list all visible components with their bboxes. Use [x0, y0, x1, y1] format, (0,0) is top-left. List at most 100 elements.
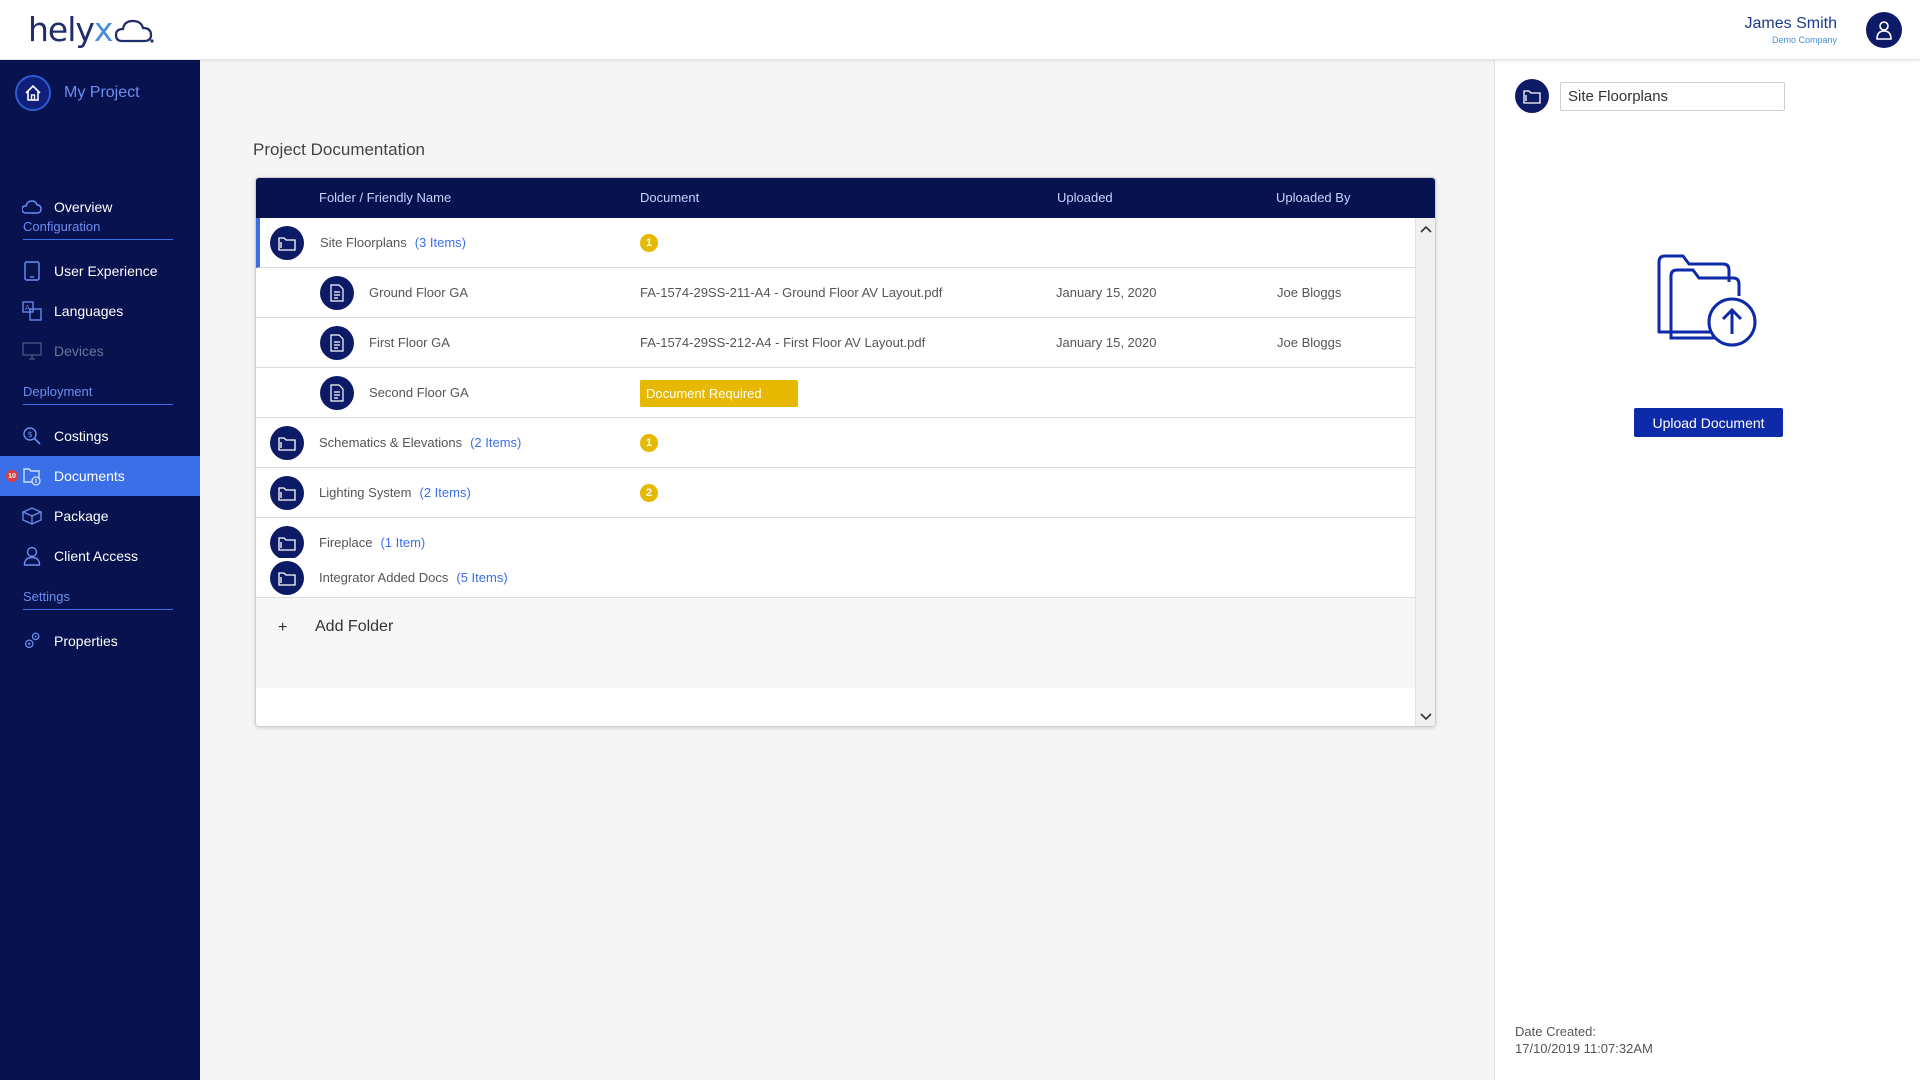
folder-icon — [270, 476, 304, 510]
documents-count-badge: 10 — [6, 470, 18, 482]
folder-upload-icon — [1657, 254, 1757, 347]
main-content: Project Documentation Folder / Friendly … — [200, 60, 1494, 1080]
sidebar-item-label: Languages — [54, 303, 124, 319]
file-row-second-floor[interactable]: Second Floor GA Document Required — [256, 368, 1416, 418]
date-created-value: 17/10/2019 11:07:32AM — [1515, 1041, 1653, 1056]
upload-document-button[interactable]: Upload Document — [1634, 408, 1783, 437]
home-icon — [25, 84, 41, 101]
missing-documents-badge: 1 — [640, 234, 658, 252]
document-link[interactable]: FA-1574-29SS-211-A4 - Ground Floor AV La… — [640, 285, 942, 300]
document-icon — [320, 376, 354, 410]
add-folder-button[interactable]: + Add Folder — [256, 598, 1416, 688]
sidebar-item-label: Properties — [54, 633, 118, 649]
sidebar-section-configuration: Configuration — [23, 219, 173, 240]
sidebar-item-label: Devices — [54, 343, 104, 359]
logo-text: hely — [28, 10, 95, 49]
document-icon — [320, 326, 354, 360]
sidebar-item-label: Documents — [54, 468, 125, 484]
file-name: Second Floor GA — [369, 385, 469, 400]
sidebar: My Project Overview Configuration User E… — [0, 60, 200, 1080]
uploaded-by: Joe Bloggs — [1277, 335, 1342, 350]
sidebar-item-label: Overview — [54, 199, 113, 215]
svg-text:$: $ — [28, 430, 33, 439]
document-link[interactable]: FA-1574-29SS-212-A4 - First Floor AV Lay… — [640, 335, 925, 350]
search-money-icon: $ — [22, 426, 42, 446]
avatar[interactable] — [1866, 12, 1902, 48]
top-bar: helyx James Smith Demo Company — [0, 0, 1920, 60]
svg-text:A: A — [25, 304, 30, 312]
project-header[interactable]: My Project — [15, 75, 140, 111]
sidebar-item-devices[interactable]: Devices — [0, 331, 200, 371]
folder-name: Lighting System — [319, 485, 412, 500]
file-name: First Floor GA — [369, 335, 450, 350]
folder-name-input[interactable] — [1560, 82, 1785, 111]
sidebar-item-label: Client Access — [54, 548, 139, 564]
helyx-logo[interactable]: helyx — [28, 10, 155, 49]
sidebar-item-user-experience[interactable]: User Experience — [0, 251, 200, 291]
sidebar-item-package[interactable]: Package — [0, 496, 200, 536]
chevron-down-icon[interactable] — [1420, 710, 1432, 722]
column-header-uploaded-by[interactable]: Uploaded By — [1276, 190, 1350, 205]
gears-icon — [22, 631, 42, 651]
folder-icon — [270, 426, 304, 460]
folder-row-site-floorplans[interactable]: Site Floorplans (3 Items) 1 — [256, 218, 1416, 268]
page-title: Project Documentation — [253, 140, 425, 159]
sidebar-section-deployment: Deployment — [23, 384, 173, 405]
monitor-icon — [22, 341, 42, 361]
tablet-icon — [22, 261, 42, 281]
uploaded-date: January 15, 2020 — [1056, 335, 1157, 350]
sidebar-item-label: Costings — [54, 428, 109, 444]
folder-item-count[interactable]: (1 Item) — [380, 535, 425, 550]
sidebar-item-costings[interactable]: $ Costings — [0, 416, 200, 456]
folder-row-lighting[interactable]: Lighting System (2 Items) 2 — [256, 468, 1416, 518]
sidebar-item-client-access[interactable]: Client Access — [0, 536, 200, 576]
missing-documents-badge: 2 — [640, 484, 658, 502]
folder-item-count[interactable]: (3 Items) — [415, 235, 466, 250]
folder-icon — [270, 561, 304, 595]
home-button[interactable] — [15, 75, 51, 111]
sidebar-item-documents[interactable]: 10 Documents — [0, 456, 200, 496]
folder-name: Integrator Added Docs — [319, 570, 449, 585]
sidebar-item-label: User Experience — [54, 263, 158, 279]
folder-name: Schematics & Elevations — [319, 435, 463, 450]
cloud-icon — [22, 197, 42, 217]
file-row-first-floor[interactable]: First Floor GA FA-1574-29SS-212-A4 - Fir… — [256, 318, 1416, 368]
user-info[interactable]: James Smith Demo Company — [1745, 15, 1837, 45]
column-header-uploaded[interactable]: Uploaded — [1057, 190, 1113, 205]
missing-documents-badge: 1 — [640, 434, 658, 452]
file-row-ground-floor[interactable]: Ground Floor GA FA-1574-29SS-211-A4 - Gr… — [256, 268, 1416, 318]
add-folder-label: Add Folder — [315, 618, 394, 635]
folder-item-count[interactable]: (2 Items) — [420, 485, 471, 500]
column-header-document[interactable]: Document — [640, 190, 699, 205]
user-name: James Smith — [1744, 15, 1837, 32]
folder-name: Site Floorplans — [320, 235, 407, 250]
package-icon — [22, 506, 42, 526]
document-icon — [320, 276, 354, 310]
column-header-folder[interactable]: Folder / Friendly Name — [319, 190, 451, 205]
cloud-logo-icon — [115, 19, 155, 43]
chevron-up-icon[interactable] — [1420, 224, 1432, 236]
folder-row-schematics[interactable]: Schematics & Elevations (2 Items) 1 — [256, 418, 1416, 468]
folder-item-count[interactable]: (2 Items) — [470, 435, 521, 450]
documents-icon — [22, 466, 42, 486]
folder-icon — [1515, 79, 1549, 113]
project-name: My Project — [64, 84, 140, 101]
table-header: Folder / Friendly Name Document Uploaded… — [256, 178, 1435, 218]
folder-icon — [270, 526, 304, 560]
document-required-badge[interactable]: Document Required — [640, 380, 798, 407]
uploaded-date: January 15, 2020 — [1056, 285, 1157, 300]
sidebar-item-properties[interactable]: Properties — [0, 621, 200, 661]
folder-row-integrator-docs[interactable]: Integrator Added Docs (5 Items) — [256, 558, 1416, 598]
uploaded-by: Joe Bloggs — [1277, 285, 1342, 300]
scrollbar[interactable] — [1415, 218, 1435, 726]
sidebar-item-languages[interactable]: A Languages — [0, 291, 200, 331]
folder-item-count[interactable]: (5 Items) — [456, 570, 507, 585]
user-company: Demo Company — [1771, 35, 1837, 45]
folder-name: Fireplace — [319, 535, 373, 550]
documentation-table: Folder / Friendly Name Document Uploaded… — [255, 177, 1436, 727]
file-name: Ground Floor GA — [369, 285, 468, 300]
date-created-label: Date Created: — [1515, 1024, 1596, 1039]
sidebar-section-settings: Settings — [23, 589, 173, 610]
sidebar-item-label: Package — [54, 508, 109, 524]
plus-icon: + — [278, 619, 288, 636]
